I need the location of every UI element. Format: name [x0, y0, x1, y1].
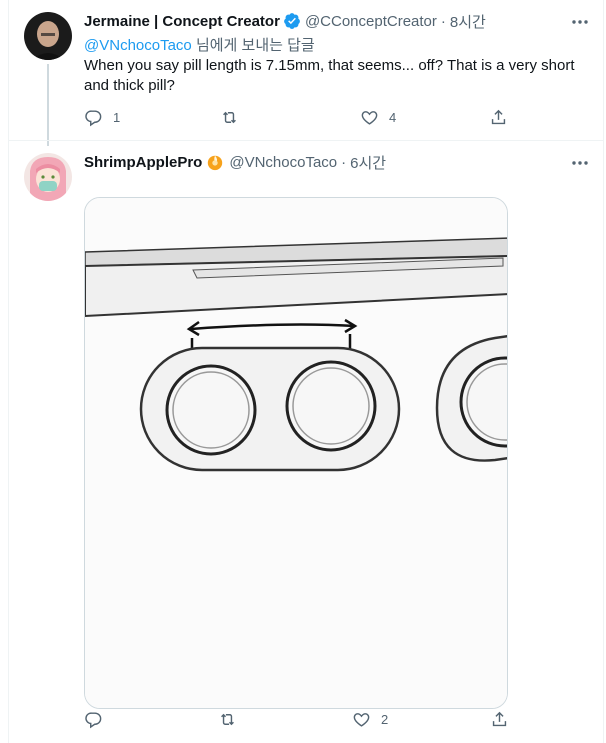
author-handle[interactable]: @CConceptCreator: [305, 13, 437, 30]
avatar[interactable]: [24, 153, 72, 201]
tweet-timestamp[interactable]: 6시간: [350, 152, 386, 173]
heart-icon: [353, 712, 370, 727]
retweet-button[interactable]: [220, 108, 249, 127]
separator-dot: ·: [341, 153, 347, 171]
reply-button[interactable]: [84, 710, 113, 729]
tweet-timestamp[interactable]: 8시간: [450, 11, 486, 32]
tweet-shrimpapplepro[interactable]: ShrimpApplePro @VNchocoTaco · 6시간 2: [8, 140, 604, 743]
like-button[interactable]: 4: [360, 108, 396, 127]
reply-button[interactable]: 1: [84, 108, 120, 127]
retweet-button[interactable]: [218, 710, 247, 729]
orange-emoji-icon: [208, 155, 223, 171]
replying-to-label: 님에게 보내는 답글: [191, 37, 315, 54]
camera-bump-sketch-image: [85, 198, 507, 708]
tweet-jermaine[interactable]: Jermaine | Concept Creator @CConceptCrea…: [8, 0, 604, 146]
author-handle[interactable]: @VNchocoTaco: [229, 154, 337, 171]
retweet-icon: [223, 111, 236, 123]
share-button[interactable]: [489, 108, 508, 127]
share-icon: [492, 711, 507, 726]
mention-link[interactable]: @VNchocoTaco: [84, 37, 192, 54]
reply-count: 1: [113, 109, 121, 125]
avatar[interactable]: [24, 12, 72, 60]
more-options-icon[interactable]: [570, 14, 590, 30]
more-options-icon[interactable]: [570, 155, 590, 171]
share-button[interactable]: [490, 710, 509, 729]
separator-dot: ·: [440, 12, 446, 30]
thread-connector-line: [47, 64, 49, 146]
like-count: 2: [381, 711, 389, 727]
reply-icon: [85, 711, 102, 728]
author-name[interactable]: ShrimpApplePro: [84, 154, 202, 171]
verified-badge-icon: [284, 13, 300, 29]
retweet-icon: [221, 713, 234, 725]
like-button[interactable]: 2: [352, 710, 388, 729]
reply-icon: [85, 109, 102, 126]
heart-icon: [361, 110, 378, 125]
replying-to-line: @VNchocoTaco 님에게 보내는 답글: [84, 34, 592, 54]
author-name[interactable]: Jermaine | Concept Creator: [84, 13, 280, 30]
attached-image[interactable]: [84, 197, 508, 709]
tweet-text: When you say pill length is 7.15mm, that…: [84, 57, 575, 94]
share-icon: [491, 109, 506, 124]
like-count: 4: [389, 109, 397, 125]
